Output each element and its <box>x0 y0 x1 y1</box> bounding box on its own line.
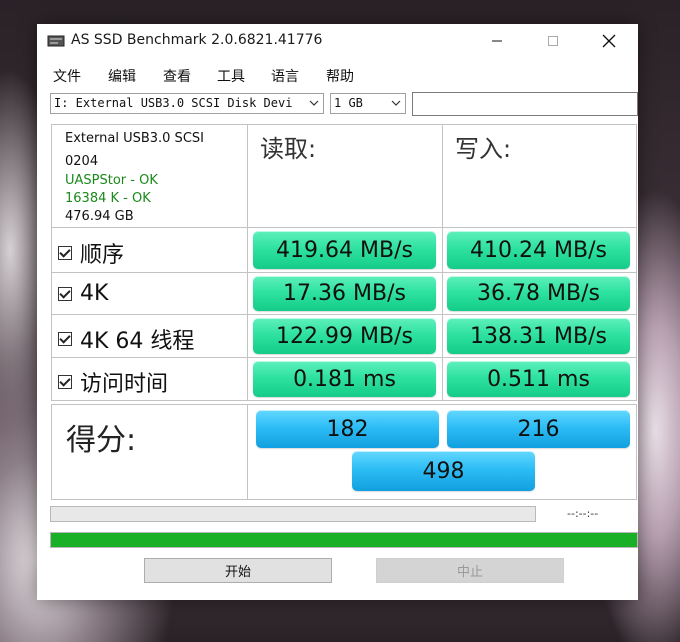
drive-capacity: 476.94 GB <box>65 209 134 224</box>
write-header-cell: 写入: <box>442 124 637 228</box>
progress-fill <box>51 533 637 547</box>
score-label-cell: 得分: <box>51 404 248 500</box>
stop-button[interactable]: 中止 <box>376 558 564 583</box>
result-value: 122.99 MB/s <box>253 318 436 354</box>
test-toggle-4k64[interactable]: 4K 64 线程 <box>58 323 194 355</box>
test-label: 4K <box>80 281 109 306</box>
result-value: 0.181 ms <box>253 361 436 397</box>
menu-view[interactable]: 查看 <box>163 66 191 86</box>
progress-bar-current <box>50 506 536 522</box>
chevron-down-icon <box>309 100 319 106</box>
app-icon <box>47 35 65 47</box>
menu-language[interactable]: 语言 <box>271 66 299 86</box>
test-row-4k64: 4K 64 线程 <box>51 314 248 358</box>
menu-edit[interactable]: 编辑 <box>108 66 136 86</box>
test-toggle-seq[interactable]: 顺序 <box>58 237 124 269</box>
test-toggle-access[interactable]: 访问时间 <box>58 366 168 398</box>
test-row-access: 访问时间 <box>51 357 248 401</box>
drive-name: External USB3.0 SCSI <box>65 131 204 146</box>
write-cell: 36.78 MB/s <box>442 272 637 315</box>
minimize-button[interactable] <box>477 28 517 54</box>
menu-help[interactable]: 帮助 <box>326 66 354 86</box>
result-value: 36.78 MB/s <box>447 276 630 311</box>
test-label: 顺序 <box>80 243 125 268</box>
minimize-icon <box>492 40 502 42</box>
read-cell: 419.64 MB/s <box>247 227 443 273</box>
write-score: 216 <box>447 410 630 448</box>
checkbox[interactable] <box>58 375 72 389</box>
result-value: 17.36 MB/s <box>253 276 436 311</box>
checkbox[interactable] <box>58 246 72 260</box>
read-cell: 0.181 ms <box>247 357 443 401</box>
driver-status: UASPStor - OK <box>65 173 158 188</box>
write-column-header: 写入: <box>455 135 512 163</box>
menu-bar: 文件 编辑 查看 工具 语言 帮助 <box>37 64 638 86</box>
checkbox[interactable] <box>58 332 72 346</box>
score-label: 得分: <box>66 423 137 458</box>
drive-firmware: 0204 <box>65 154 99 169</box>
result-value: 419.64 MB/s <box>253 231 436 269</box>
test-row-seq: 顺序 <box>51 227 248 273</box>
size-select-value: 1 GB <box>334 96 363 110</box>
maximize-button[interactable] <box>533 28 573 54</box>
drive-info-panel: External USB3.0 SCSI 0204 UASPStor - OK … <box>51 124 248 228</box>
alignment-status: 16384 K - OK <box>65 191 151 206</box>
total-score: 498 <box>352 451 535 491</box>
test-row-4k: 4K <box>51 272 248 315</box>
maximize-icon <box>548 36 558 46</box>
progress-bar-total <box>50 532 638 548</box>
close-icon <box>602 34 616 48</box>
write-cell: 138.31 MB/s <box>442 314 637 358</box>
checkbox[interactable] <box>58 286 72 301</box>
score-cell: 182 216 498 <box>247 404 637 500</box>
size-select[interactable]: 1 GB <box>330 93 406 114</box>
write-cell: 410.24 MB/s <box>442 227 637 273</box>
result-value: 0.511 ms <box>447 361 630 397</box>
start-button[interactable]: 开始 <box>144 558 332 583</box>
chevron-down-icon <box>391 100 401 106</box>
test-label: 访问时间 <box>80 372 169 397</box>
menu-file[interactable]: 文件 <box>53 66 81 86</box>
drive-select[interactable]: I: External USB3.0 SCSI Disk Devi <box>50 93 324 114</box>
read-score: 182 <box>256 410 439 448</box>
write-cell: 0.511 ms <box>442 357 637 401</box>
results-grid: External USB3.0 SCSI 0204 UASPStor - OK … <box>51 124 637 500</box>
drive-select-value: I: External USB3.0 SCSI Disk Devi <box>54 96 293 110</box>
test-label: 4K 64 线程 <box>80 329 195 354</box>
window-title: AS SSD Benchmark 2.0.6821.41776 <box>71 32 323 48</box>
read-column-header: 读取: <box>260 135 317 163</box>
result-value: 410.24 MB/s <box>447 231 630 269</box>
notes-input[interactable] <box>412 92 638 116</box>
app-window: AS SSD Benchmark 2.0.6821.41776 文件 编辑 查看… <box>37 24 638 600</box>
menu-tools[interactable]: 工具 <box>217 66 245 86</box>
test-toggle-4k[interactable]: 4K <box>58 281 108 306</box>
read-header-cell: 读取: <box>247 124 443 228</box>
read-cell: 122.99 MB/s <box>247 314 443 358</box>
title-bar[interactable]: AS SSD Benchmark 2.0.6821.41776 <box>37 24 638 58</box>
elapsed-time: --:--:-- <box>567 507 599 520</box>
read-cell: 17.36 MB/s <box>247 272 443 315</box>
close-button[interactable] <box>589 28 629 54</box>
result-value: 138.31 MB/s <box>447 318 630 354</box>
